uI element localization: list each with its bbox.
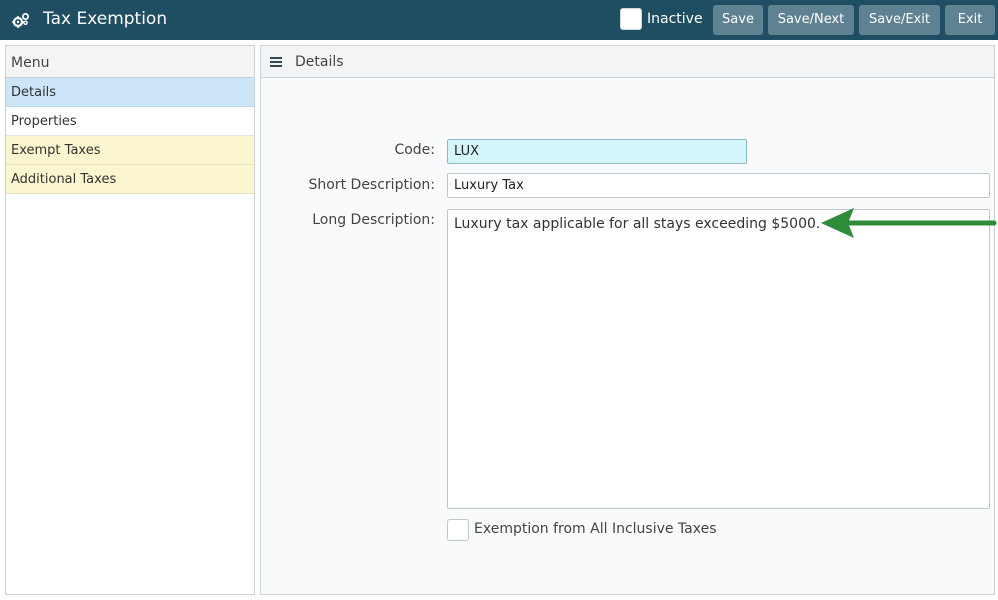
inactive-label: Inactive (647, 11, 703, 27)
details-header: Details (261, 46, 994, 78)
long-description-textarea[interactable]: Luxury tax applicable for all stays exce… (447, 209, 990, 509)
short-description-input[interactable] (447, 173, 990, 198)
menu-item-additional-taxes[interactable]: Additional Taxes (6, 165, 254, 194)
inactive-checkbox[interactable] (620, 8, 642, 30)
save-next-button[interactable]: Save/Next (768, 5, 854, 35)
save-exit-button[interactable]: Save/Exit (859, 5, 940, 35)
exemption-label: Exemption from All Inclusive Taxes (474, 521, 717, 537)
code-label: Code: (394, 142, 435, 158)
title-bar: Tax Exemption Inactive Save Save/Next Sa… (0, 0, 998, 40)
menu-item-exempt-taxes[interactable]: Exempt Taxes (6, 136, 254, 165)
exemption-checkbox[interactable] (447, 519, 469, 541)
menu-item-properties[interactable]: Properties (6, 107, 254, 136)
green-arrow-icon (821, 208, 997, 238)
exit-button[interactable]: Exit (945, 5, 995, 35)
long-description-label: Long Description: (312, 212, 435, 228)
details-title: Details (295, 54, 344, 70)
side-menu: Menu Details Properties Exempt Taxes Add… (5, 45, 255, 595)
details-panel: Details Code: Short Description: Long De… (260, 45, 995, 595)
hamburger-menu-icon[interactable] (270, 57, 282, 67)
code-input[interactable] (447, 139, 747, 164)
save-button[interactable]: Save (713, 5, 763, 35)
gears-icon (12, 13, 29, 28)
page-title: Tax Exemption (43, 9, 168, 29)
short-description-label: Short Description: (308, 177, 435, 193)
menu-title: Menu (6, 46, 254, 78)
menu-item-details[interactable]: Details (6, 78, 254, 107)
